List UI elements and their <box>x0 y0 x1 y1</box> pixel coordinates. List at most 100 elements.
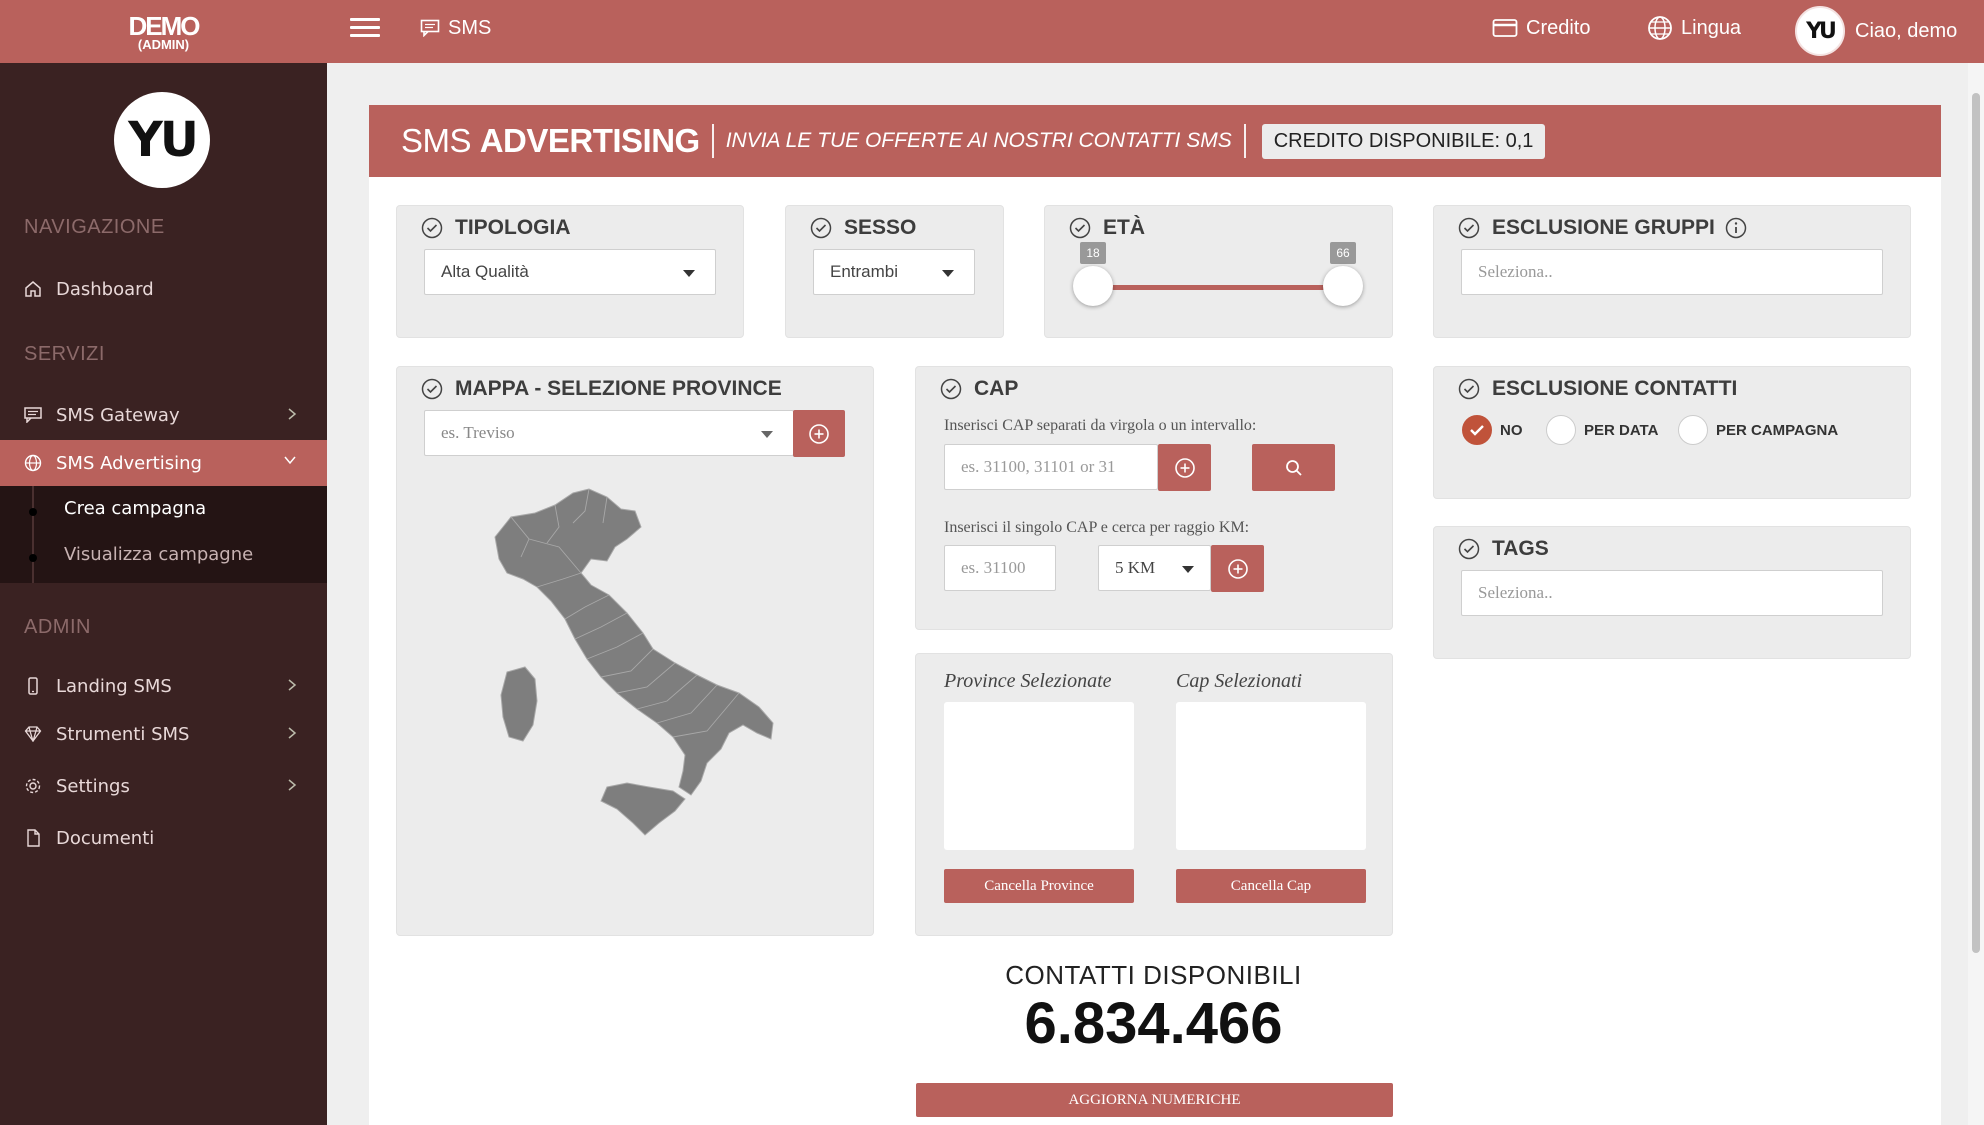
italy-map[interactable] <box>477 487 797 847</box>
eta-title: ETÀ <box>1103 216 1145 239</box>
card-title: ETÀ <box>1069 216 1145 240</box>
globe-icon <box>1648 16 1672 40</box>
age-max-handle[interactable] <box>1323 266 1363 306</box>
section-navigation: NAVIGAZIONE <box>24 216 165 238</box>
chevron-right-icon <box>288 408 297 420</box>
tags-input[interactable] <box>1461 570 1883 616</box>
sidebar-item-strumenti-sms[interactable]: Strumenti SMS <box>0 711 327 757</box>
mobile-icon <box>28 677 38 695</box>
card-cap: CAP Inserisci CAP separati da virgola o … <box>915 366 1393 630</box>
submenu-dot <box>29 508 37 516</box>
header-separator <box>1243 124 1246 158</box>
tipologia-select[interactable]: Alta Qualità <box>424 249 716 295</box>
age-min-label: 18 <box>1080 242 1106 264</box>
caret-down-icon <box>761 431 773 438</box>
radio-no[interactable]: NO <box>1462 415 1523 445</box>
scrollbar[interactable] <box>1968 63 1984 1125</box>
clear-cap-button[interactable]: Cancella Cap <box>1176 869 1366 903</box>
tipologia-title: TIPOLOGIA <box>455 216 571 239</box>
sidebar-item-crea-campagna[interactable]: Crea campagna <box>64 498 206 519</box>
check-circle-icon <box>421 217 443 239</box>
esclusione-contatti-title: ESCLUSIONE CONTATTI <box>1492 377 1738 400</box>
radio-per-data[interactable]: PER DATA <box>1546 415 1658 445</box>
contacts-count: 6.834.466 <box>1024 991 1283 1056</box>
province-select[interactable]: es. Treviso <box>424 410 794 456</box>
clear-province-button[interactable]: Cancella Province <box>944 869 1134 903</box>
radio-per-campagna[interactable]: PER CAMPAGNA <box>1678 415 1838 445</box>
sidebar-item-sms-advertising[interactable]: SMS Advertising <box>0 440 327 486</box>
title-bold: ADVERTISING <box>479 122 701 159</box>
card-sesso: SESSO Entrambi <box>785 205 1004 338</box>
sidebar: YU NAVIGAZIONE Dashboard SERVIZI SMS Gat… <box>0 63 327 1125</box>
header-separator <box>711 124 714 158</box>
sesso-title: SESSO <box>844 216 917 239</box>
sidebar-item-documenti[interactable]: Documenti <box>0 815 327 861</box>
cap-list-input[interactable] <box>944 444 1158 490</box>
sesso-value: Entrambi <box>830 262 899 281</box>
add-radius-button[interactable] <box>1211 545 1264 592</box>
card-title: ESCLUSIONE GRUPPI <box>1458 216 1759 240</box>
page-title: SMS ADVERTISING <box>401 122 700 160</box>
card-tipologia: TIPOLOGIA Alta Qualità <box>396 205 744 338</box>
esclusione-gruppi-input[interactable] <box>1461 249 1883 295</box>
sidebar-label-settings: Settings <box>56 775 130 797</box>
cap-hint-range: Inserisci CAP separati da virgola o un i… <box>944 417 1257 434</box>
top-bar: DEMO (ADMIN) SMS Credito Lingua YU Ciao,… <box>0 0 1984 63</box>
cap-single-input[interactable] <box>944 545 1056 591</box>
radio-no-label: NO <box>1500 421 1523 439</box>
menu-toggle-icon[interactable] <box>350 18 380 40</box>
language-link[interactable]: Lingua <box>1647 0 1741 56</box>
search-cap-button[interactable] <box>1252 444 1335 491</box>
sidebar-item-dashboard[interactable]: Dashboard <box>0 266 327 312</box>
check-circle-icon <box>1069 217 1091 239</box>
cap-selected-list[interactable] <box>1176 702 1366 850</box>
update-counts-button[interactable]: AGGIORNA NUMERICHE <box>916 1083 1393 1117</box>
brand-name: DEMO <box>128 11 201 41</box>
scrollbar-thumb[interactable] <box>1972 93 1980 953</box>
sidebar-label-documenti: Documenti <box>56 827 155 849</box>
sms-top-label: SMS <box>448 16 492 39</box>
sms-top-link[interactable]: SMS <box>420 0 491 56</box>
sesso-select[interactable]: Entrambi <box>813 249 975 295</box>
add-province-button[interactable] <box>793 410 845 457</box>
check-circle-icon <box>1458 378 1480 400</box>
age-min-handle[interactable] <box>1073 266 1113 306</box>
cap-title: CAP <box>974 377 1019 400</box>
radius-select[interactable]: 5 KM <box>1098 545 1211 591</box>
user-menu[interactable]: YU Ciao, demo <box>1795 3 1957 59</box>
caret-down-icon <box>1182 566 1194 573</box>
sidebar-item-settings[interactable]: Settings <box>0 763 327 809</box>
sidebar-label-sms-gateway: SMS Gateway <box>56 404 180 426</box>
province-selected-list[interactable] <box>944 702 1134 850</box>
card-eta: ETÀ 18 66 <box>1044 205 1393 338</box>
sidebar-label-sms-advertising: SMS Advertising <box>56 452 202 474</box>
credit-link[interactable]: Credito <box>1492 0 1590 56</box>
card-mappa: MAPPA - SELEZIONE PROVINCE es. Treviso <box>396 366 874 936</box>
avatar-logo-text: YU <box>1806 18 1837 44</box>
esclusione-gruppi-title: ESCLUSIONE GRUPPI <box>1492 216 1715 239</box>
sidebar-logo-text: YU <box>128 112 199 168</box>
info-icon[interactable] <box>1725 217 1747 239</box>
sidebar-item-landing-sms[interactable]: Landing SMS <box>0 663 327 709</box>
add-cap-button[interactable] <box>1158 444 1211 491</box>
card-esclusione-contatti: ESCLUSIONE CONTATTI NO PER DATA PER CAMP… <box>1433 366 1911 499</box>
credit-badge: CREDITO DISPONIBILE: 0,1 <box>1261 123 1546 159</box>
radio-checked-icon <box>1462 415 1492 445</box>
gear-icon <box>25 778 41 794</box>
sidebar-item-visualizza-campagne[interactable]: Visualizza campagne <box>64 544 253 565</box>
credit-label: Credito <box>1526 16 1591 39</box>
chevron-right-icon <box>288 679 297 691</box>
age-max-label: 66 <box>1330 242 1356 264</box>
check-circle-icon <box>940 378 962 400</box>
language-label: Lingua <box>1681 16 1742 39</box>
tags-title: TAGS <box>1492 537 1549 560</box>
chevron-down-icon <box>284 456 296 465</box>
radius-value: 5 KM <box>1115 558 1156 577</box>
brand-logo[interactable]: DEMO (ADMIN) <box>0 0 327 63</box>
sidebar-item-sms-gateway[interactable]: SMS Gateway <box>0 392 327 438</box>
section-admin: ADMIN <box>24 616 91 638</box>
brand-role: (ADMIN) <box>137 37 190 52</box>
card-tags: TAGS <box>1433 526 1911 659</box>
card-title: MAPPA - SELEZIONE PROVINCE <box>421 377 782 401</box>
credit-card-icon <box>1492 19 1518 37</box>
